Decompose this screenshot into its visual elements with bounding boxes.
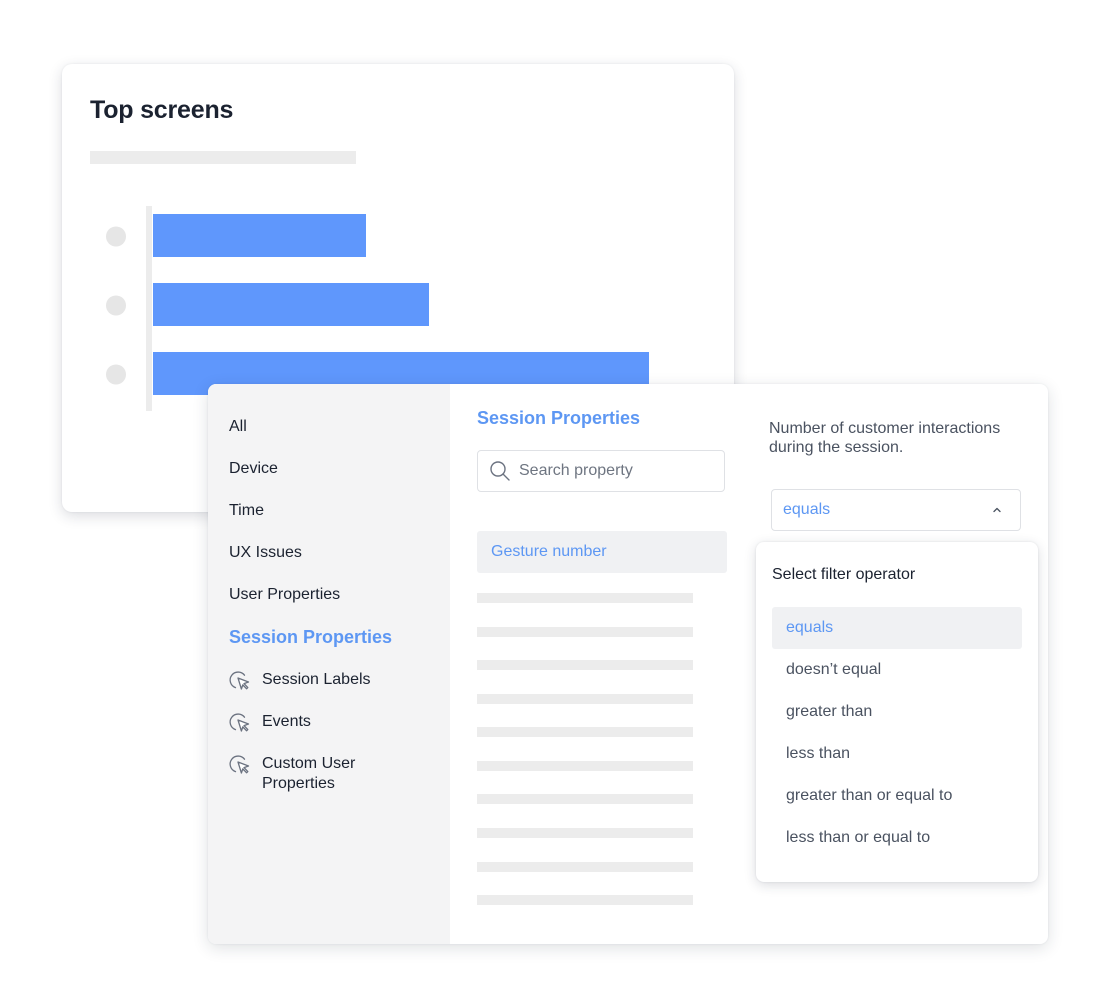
category-marker xyxy=(106,364,126,385)
sidebar-subitem-custom-user-properties[interactable]: Custom User Properties xyxy=(228,754,402,794)
option-equals[interactable]: equals xyxy=(772,607,1022,649)
option-greater-than[interactable]: greater than xyxy=(772,691,1022,733)
sidebar-item-ux-issues[interactable]: UX Issues xyxy=(229,544,302,562)
search-box[interactable] xyxy=(477,450,725,492)
cursor-click-icon xyxy=(229,755,250,774)
sidebar-subitem-label: Custom User Properties xyxy=(262,755,356,792)
sidebar-item-device[interactable]: Device xyxy=(229,460,278,478)
placeholder-line xyxy=(477,895,693,905)
sidebar-subitem-session-labels[interactable]: Session Labels xyxy=(228,670,402,692)
operator-dropdown: Select filter operator equals doesn’t eq… xyxy=(756,542,1038,882)
properties-title: Session Properties xyxy=(477,408,641,428)
dropdown-title: Select filter operator xyxy=(772,566,916,583)
placeholder-line xyxy=(477,627,693,637)
filter-detail-column: Number of customer interactions during t… xyxy=(748,384,1048,944)
property-description: Number of customer interactions during t… xyxy=(769,420,1001,456)
placeholder-line xyxy=(477,593,693,603)
properties-column: Session Properties Gesture number xyxy=(450,384,748,944)
search-icon xyxy=(490,461,510,481)
category-marker xyxy=(106,295,126,316)
sidebar-item-time[interactable]: Time xyxy=(229,502,264,520)
sidebar-item-session-properties[interactable]: Session Properties xyxy=(229,627,392,648)
cursor-click-icon xyxy=(229,671,250,690)
chart-bar xyxy=(153,214,366,257)
chart-bar xyxy=(153,283,429,326)
chart-axis xyxy=(146,206,152,411)
filter-panel: All Device Time UX Issues User Propertie… xyxy=(208,384,1048,944)
sidebar-item-all[interactable]: All xyxy=(229,418,247,436)
placeholder-line xyxy=(477,694,693,704)
placeholder-line xyxy=(477,794,693,804)
sidebar-subitem-label: Events xyxy=(262,713,311,730)
placeholder-line xyxy=(477,828,693,838)
category-sidebar: All Device Time UX Issues User Propertie… xyxy=(208,384,450,944)
category-marker xyxy=(106,226,126,247)
placeholder-line xyxy=(477,727,693,737)
search-input[interactable] xyxy=(519,462,709,480)
chevron-up-icon xyxy=(993,507,1001,513)
operator-select-value: equals xyxy=(783,501,831,518)
option-less-than[interactable]: less than xyxy=(772,733,1022,775)
operator-select[interactable]: equals xyxy=(771,489,1021,531)
placeholder-line xyxy=(477,862,693,872)
placeholder-line xyxy=(477,761,693,771)
placeholder-line xyxy=(477,660,693,670)
sidebar-subitem-events[interactable]: Events xyxy=(228,712,402,734)
sidebar-item-user-properties[interactable]: User Properties xyxy=(229,586,340,604)
sidebar-subitem-label: Session Labels xyxy=(262,671,371,688)
property-item-gesture-number[interactable]: Gesture number xyxy=(477,531,727,573)
option-greater-than-or-equal[interactable]: greater than or equal to xyxy=(772,775,1022,817)
option-less-than-or-equal[interactable]: less than or equal to xyxy=(772,817,1022,859)
option-doesnt-equal[interactable]: doesn’t equal xyxy=(772,649,1022,691)
cursor-click-icon xyxy=(229,713,250,732)
